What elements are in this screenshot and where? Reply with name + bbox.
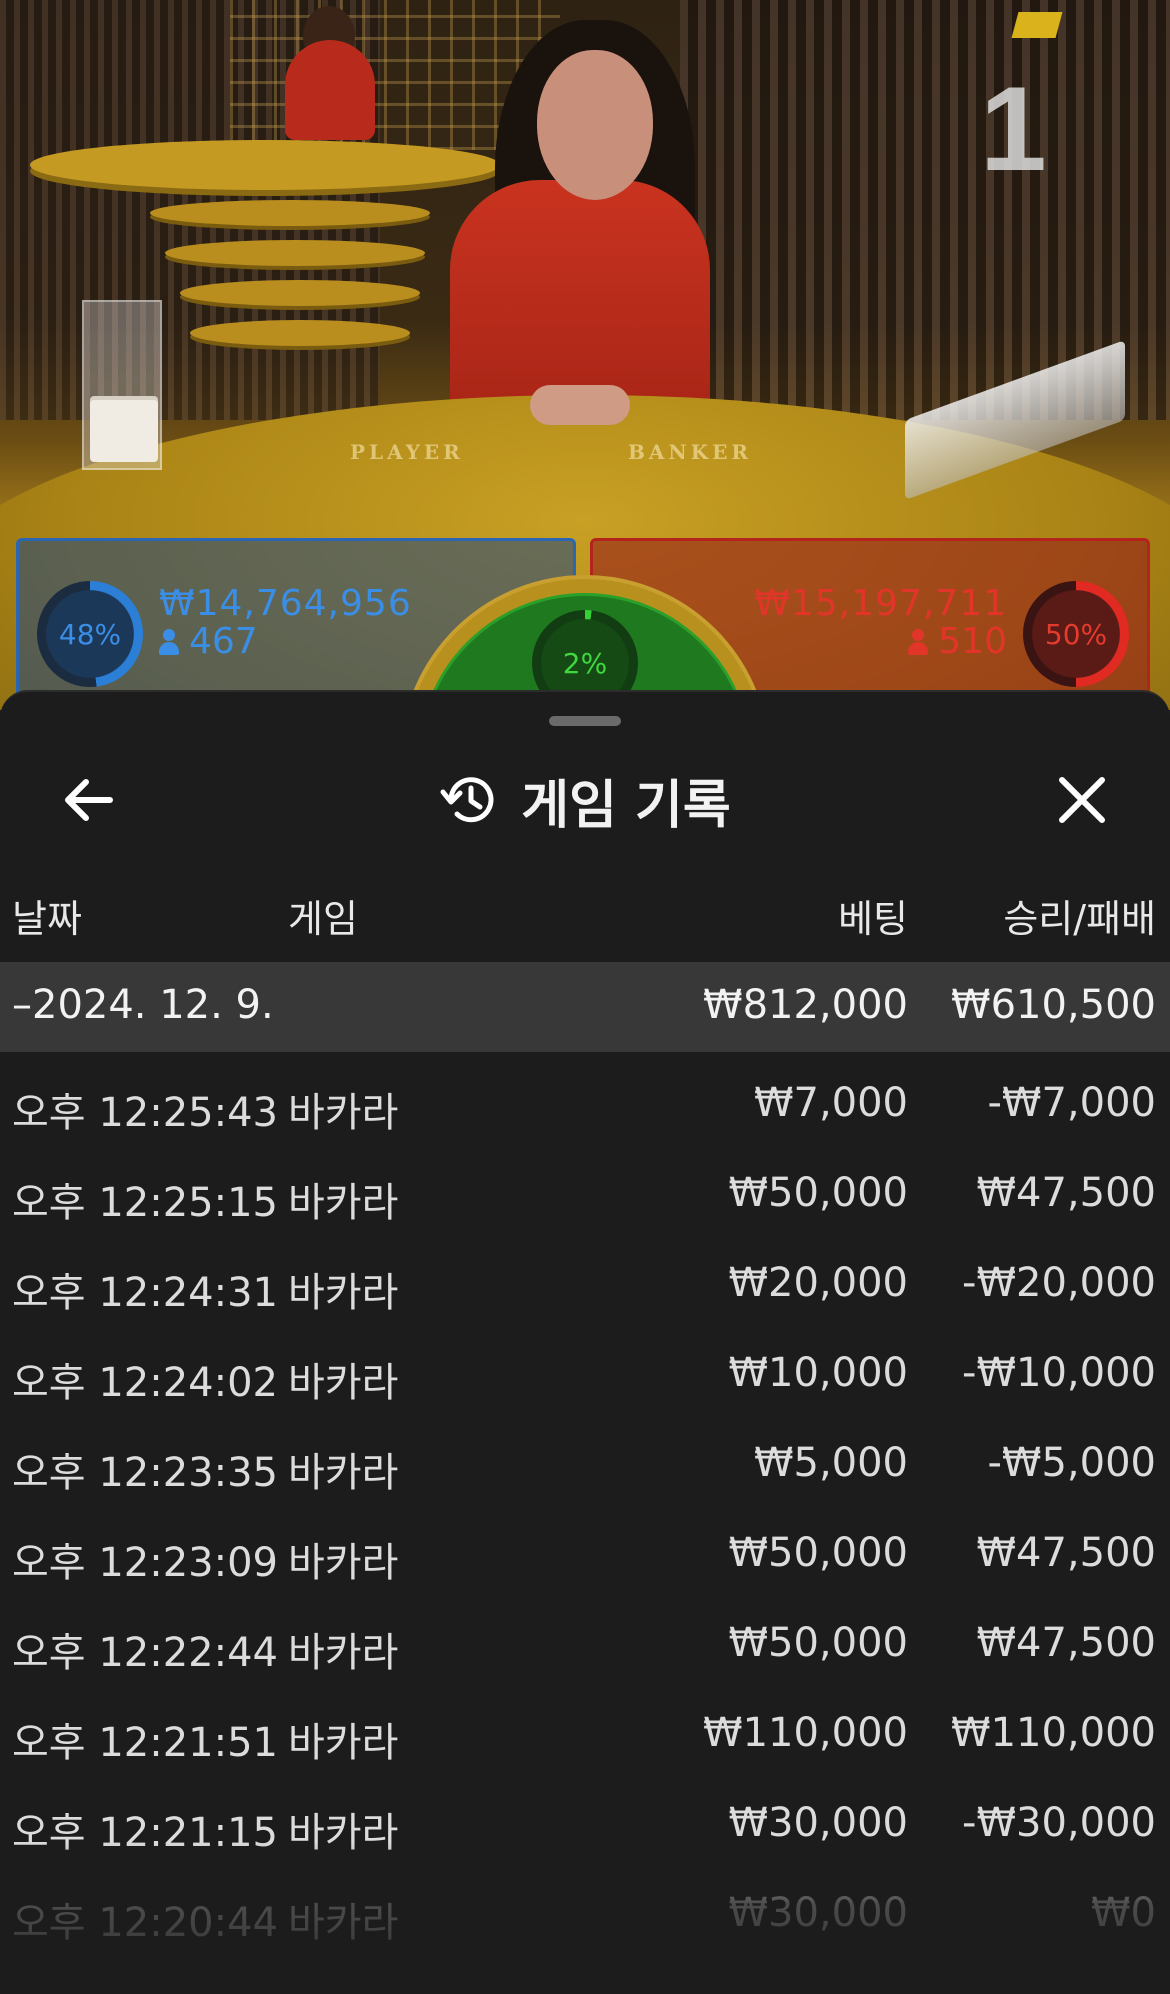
sheet-header: 게임 기록 <box>0 762 1170 838</box>
table-tier <box>165 240 425 266</box>
row-time: 오후 12:24:02 <box>12 1360 278 1406</box>
group-date: –2024. 12. 9. <box>12 982 274 1028</box>
arrow-left-icon <box>65 779 113 821</box>
row-time: 오후 12:23:35 <box>12 1450 278 1496</box>
banker-bettor-count-value: 510 <box>938 621 1007 662</box>
row-game: 바카라 <box>288 1810 399 1856</box>
game-history-sheet: 게임 기록 날짜 게임 베팅 승리/패배 –2024. 12. 9. ₩812,… <box>0 690 1170 1994</box>
banker-bettor-count: 510 <box>908 621 1007 662</box>
row-time: 오후 12:25:15 <box>12 1180 278 1226</box>
table-tier <box>150 200 430 226</box>
row-game: 바카라 <box>288 1450 399 1496</box>
table-row[interactable]: 오후 12:24:31 바카라 ₩20,000 -₩20,000 <box>0 1232 1170 1322</box>
row-bet: ₩30,000 <box>728 1800 908 1846</box>
felt-label-banker: BANKER <box>628 440 752 464</box>
row-bet: ₩50,000 <box>728 1170 908 1216</box>
player-bettor-count: 467 <box>159 621 258 662</box>
player-percent-ring: 48% <box>37 581 143 687</box>
side-table <box>30 140 500 190</box>
row-result: ₩47,500 <box>976 1620 1156 1666</box>
row-result: -₩7,000 <box>987 1080 1157 1126</box>
round-flag-icon <box>1011 12 1063 38</box>
row-game: 바카라 <box>288 1360 399 1406</box>
row-result: ₩110,000 <box>951 1710 1156 1756</box>
row-result: -₩20,000 <box>962 1260 1156 1306</box>
row-game: 바카라 <box>288 1720 399 1766</box>
row-bet: ₩50,000 <box>728 1620 908 1666</box>
dealer-hands <box>530 385 630 425</box>
row-bet: ₩30,000 <box>728 1890 908 1936</box>
row-time: 오후 12:23:09 <box>12 1540 278 1586</box>
row-game: 바카라 <box>288 1630 399 1676</box>
date-group-row[interactable]: –2024. 12. 9. ₩812,000 ₩610,500 <box>0 962 1170 1052</box>
row-time: 오후 12:22:44 <box>12 1630 278 1676</box>
table-row[interactable]: 오후 12:24:02 바카라 ₩10,000 -₩10,000 <box>0 1322 1170 1412</box>
table-row[interactable]: 오후 12:22:44 바카라 ₩50,000 ₩47,500 <box>0 1592 1170 1682</box>
row-time: 오후 12:24:31 <box>12 1270 278 1316</box>
row-time: 오후 12:25:43 <box>12 1090 278 1136</box>
history-rows: 오후 12:25:43 바카라 ₩7,000 -₩7,000 오후 12:25:… <box>0 1052 1170 1992</box>
person-icon <box>908 628 929 655</box>
row-bet: ₩10,000 <box>728 1350 908 1396</box>
back-button[interactable] <box>50 762 126 838</box>
row-result: ₩47,500 <box>976 1170 1156 1216</box>
dealer-face <box>537 50 653 200</box>
row-bet: ₩5,000 <box>753 1440 908 1486</box>
table-row[interactable]: 오후 12:23:35 바카라 ₩5,000 -₩5,000 <box>0 1412 1170 1502</box>
row-time: 오후 12:21:51 <box>12 1720 278 1766</box>
row-bet: ₩7,000 <box>753 1080 908 1126</box>
column-header-result: 승리/패배 <box>1003 897 1156 941</box>
player-total-amount: ₩14,764,956 <box>159 583 412 624</box>
table-row[interactable]: 오후 12:25:43 바카라 ₩7,000 -₩7,000 <box>0 1052 1170 1142</box>
table-tier <box>190 320 410 346</box>
row-result: -₩30,000 <box>962 1800 1156 1846</box>
round-number: 1 <box>980 62 1047 196</box>
sheet-title: 게임 기록 <box>521 775 731 836</box>
player-bettor-count-value: 467 <box>189 621 258 662</box>
row-game: 바카라 <box>288 1540 399 1586</box>
row-bet: ₩50,000 <box>728 1530 908 1576</box>
banker-percent-ring: 50% <box>1023 581 1129 687</box>
tie-percent: 2% <box>562 646 608 680</box>
row-time: 오후 12:20:44 <box>12 1900 278 1946</box>
history-table-header: 날짜 게임 베팅 승리/패배 <box>0 888 1170 958</box>
person-icon <box>159 628 179 655</box>
row-game: 바카라 <box>288 1900 399 1946</box>
history-icon <box>440 777 494 823</box>
row-bet: ₩20,000 <box>728 1260 908 1306</box>
row-game: 바카라 <box>288 1270 399 1316</box>
banker-total-amount: ₩15,197,711 <box>754 583 1007 624</box>
table-row[interactable]: 오후 12:21:15 바카라 ₩30,000 -₩30,000 <box>0 1772 1170 1862</box>
player-percent: 48% <box>58 617 122 651</box>
row-result: -₩10,000 <box>962 1350 1156 1396</box>
column-header-date: 날짜 <box>12 897 82 941</box>
dealer <box>450 180 710 420</box>
row-game: 바카라 <box>288 1090 399 1136</box>
card-stack <box>90 400 158 462</box>
group-result-total: ₩610,500 <box>951 982 1156 1028</box>
banker-percent: 50% <box>1044 617 1108 651</box>
row-result: ₩47,500 <box>976 1530 1156 1576</box>
close-icon <box>1059 777 1105 823</box>
column-header-game: 게임 <box>288 897 358 941</box>
table-row[interactable]: 오후 12:25:15 바카라 ₩50,000 ₩47,500 <box>0 1142 1170 1232</box>
row-bet: ₩110,000 <box>703 1710 908 1756</box>
group-bet-total: ₩812,000 <box>703 982 908 1028</box>
table-row[interactable]: 오후 12:23:09 바카라 ₩50,000 ₩47,500 <box>0 1502 1170 1592</box>
background-dealer <box>285 40 375 140</box>
column-header-bet: 베팅 <box>838 897 908 941</box>
felt-label-player: PLAYER <box>350 440 464 464</box>
table-tier <box>180 280 420 306</box>
row-result: ₩0 <box>1091 1890 1156 1936</box>
close-button[interactable] <box>1044 762 1120 838</box>
row-time: 오후 12:21:15 <box>12 1810 278 1856</box>
sheet-grabber[interactable] <box>549 716 621 726</box>
row-game: 바카라 <box>288 1180 399 1226</box>
row-result: -₩5,000 <box>987 1440 1157 1486</box>
table-row[interactable]: 오후 12:21:51 바카라 ₩110,000 ₩110,000 <box>0 1682 1170 1772</box>
table-row[interactable]: 오후 12:20:44 바카라 ₩30,000 ₩0 <box>0 1862 1170 1952</box>
